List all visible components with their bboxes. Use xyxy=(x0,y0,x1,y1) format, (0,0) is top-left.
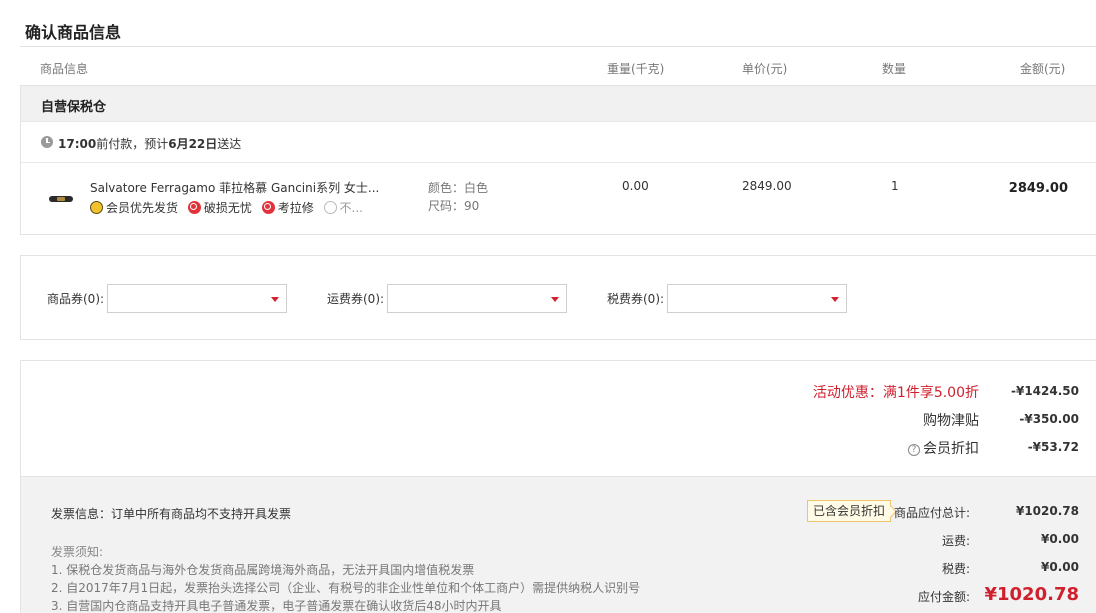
product-quantity: 1 xyxy=(891,179,899,193)
product-color: 颜色：白色 xyxy=(428,179,488,196)
member-discount-label: 会员折扣 xyxy=(923,441,979,457)
tax-fee-value: ¥0.00 xyxy=(1041,560,1079,574)
chevron-down-icon xyxy=(831,297,839,302)
repair-icon xyxy=(261,201,275,214)
column-header-quantity: 数量 xyxy=(882,62,907,76)
invoice-notice-line: 3. 自营国内仓商品支持开具电子普通发票，电子普通发票在确认收货后48小时内开具 xyxy=(51,599,502,613)
service-badges: 会员优先发货 破损无忧 考拉修 不... xyxy=(90,199,369,216)
payable-amount-value: ¥1020.78 xyxy=(984,584,1079,605)
column-header-amount: 金额(元) xyxy=(1020,62,1066,76)
badge-repair: 考拉修 xyxy=(261,199,314,216)
order-items-section: 自营保税仓 17:00前付款，预计6月22日送达 Salvatore Ferra… xyxy=(20,85,1096,235)
clock-icon xyxy=(41,136,53,148)
member-discount-tag: 已含会员折扣 xyxy=(807,500,892,522)
shield-icon xyxy=(187,201,201,214)
member-discount-row: ? 会员折扣 xyxy=(908,438,979,458)
delivery-estimate: 17:00前付款，预计6月22日送达 xyxy=(58,135,241,152)
badge-member-priority: 会员优先发货 xyxy=(90,199,178,216)
product-thumbnail[interactable] xyxy=(49,196,73,202)
tax-coupon-label: 税费券(0): xyxy=(607,292,665,306)
shopping-allowance-value: -¥350.00 xyxy=(1019,412,1079,426)
product-size: 尺码：90 xyxy=(428,197,479,214)
color-value: 白色 xyxy=(464,181,489,195)
no-return-icon xyxy=(323,201,337,214)
column-header-unit-price: 单价(元) xyxy=(742,62,788,76)
tax-fee-label: 税费: xyxy=(941,562,970,576)
goods-coupon-label: 商品券(0): xyxy=(47,292,105,306)
discount-summary: 活动优惠：满1件享5.00折 -¥1424.50 购物津贴 -¥350.00 ?… xyxy=(21,361,1096,477)
badge-label: 不... xyxy=(339,201,363,215)
invoice-info: 发票信息：订单中所有商品均不支持开具发票 xyxy=(51,507,292,521)
help-icon[interactable]: ? xyxy=(908,444,920,456)
badge-more: 不... xyxy=(323,199,363,216)
invoice-and-totals: 发票信息：订单中所有商品均不支持开具发票 发票须知: 1. 保税仓发货商品与海外… xyxy=(21,477,1096,613)
store-name: 自营保税仓 xyxy=(41,100,107,115)
badge-label: 会员优先发货 xyxy=(106,201,179,215)
shipping-coupon-select[interactable] xyxy=(387,284,567,313)
member-discount-value: -¥53.72 xyxy=(1027,440,1079,454)
coupon-section: 商品券(0): 运费券(0): 税费券(0): xyxy=(20,255,1096,340)
column-header-product-info: 商品信息 xyxy=(40,62,89,76)
badge-damage-free: 破损无忧 xyxy=(187,199,252,216)
shipping-coupon-label: 运费券(0): xyxy=(327,292,385,306)
product-name-link[interactable]: Salvatore Ferragamo 菲拉格慕 Gancini系列 女士... xyxy=(90,179,380,196)
shipping-fee-label: 运费: xyxy=(941,534,970,548)
badge-label: 破损无忧 xyxy=(203,201,252,215)
product-unit-price: 2849.00 xyxy=(742,179,792,193)
delivery-date: 6月22日 xyxy=(168,137,218,151)
product-amount: 2849.00 xyxy=(1008,181,1068,196)
invoice-notice-line: 2. 自2017年7月1日起，发票抬头选择公司（企业、有税号的非企业性单位和个体… xyxy=(51,581,641,595)
goods-total-value: ¥1020.78 xyxy=(1015,504,1079,518)
order-summary: 活动优惠：满1件享5.00折 -¥1424.50 购物津贴 -¥350.00 ?… xyxy=(20,360,1096,613)
delivery-time: 17:00 xyxy=(58,137,97,151)
goods-total-label: 商品应付总计: xyxy=(893,506,970,520)
delivery-text: 前付款，预计 xyxy=(96,137,169,151)
shipping-fee-value: ¥0.00 xyxy=(1041,532,1079,546)
shopping-allowance-label: 购物津贴 xyxy=(923,413,979,429)
invoice-notice-title: 发票须知: xyxy=(51,545,104,559)
delivery-suffix: 送达 xyxy=(217,137,242,151)
size-label: 尺码： xyxy=(428,199,465,213)
tax-coupon-select[interactable] xyxy=(667,284,847,313)
goods-coupon-select[interactable] xyxy=(107,284,287,313)
color-label: 颜色： xyxy=(428,181,465,195)
product-row: Salvatore Ferragamo 菲拉格慕 Gancini系列 女士...… xyxy=(21,164,1096,235)
chevron-down-icon xyxy=(271,297,279,302)
page-title: 确认商品信息 xyxy=(25,23,122,42)
store-header: 自营保税仓 xyxy=(21,86,1096,122)
invoice-notice-line: 1. 保税仓发货商品与海外仓发货商品属跨境海外商品，无法开具国内增值税发票 xyxy=(51,563,475,577)
member-icon xyxy=(90,201,103,214)
column-header-weight: 重量(千克) xyxy=(607,62,665,76)
badge-label: 考拉修 xyxy=(277,201,314,215)
title-divider xyxy=(20,46,1096,47)
size-value: 90 xyxy=(464,199,480,213)
payable-amount-label: 应付金额: xyxy=(917,590,970,604)
delivery-info: 17:00前付款，预计6月22日送达 xyxy=(21,122,1096,163)
chevron-down-icon xyxy=(551,297,559,302)
activity-discount-value: -¥1424.50 xyxy=(1011,384,1079,398)
product-weight: 0.00 xyxy=(622,179,649,193)
activity-discount-label: 活动优惠：满1件享5.00折 xyxy=(812,385,979,401)
